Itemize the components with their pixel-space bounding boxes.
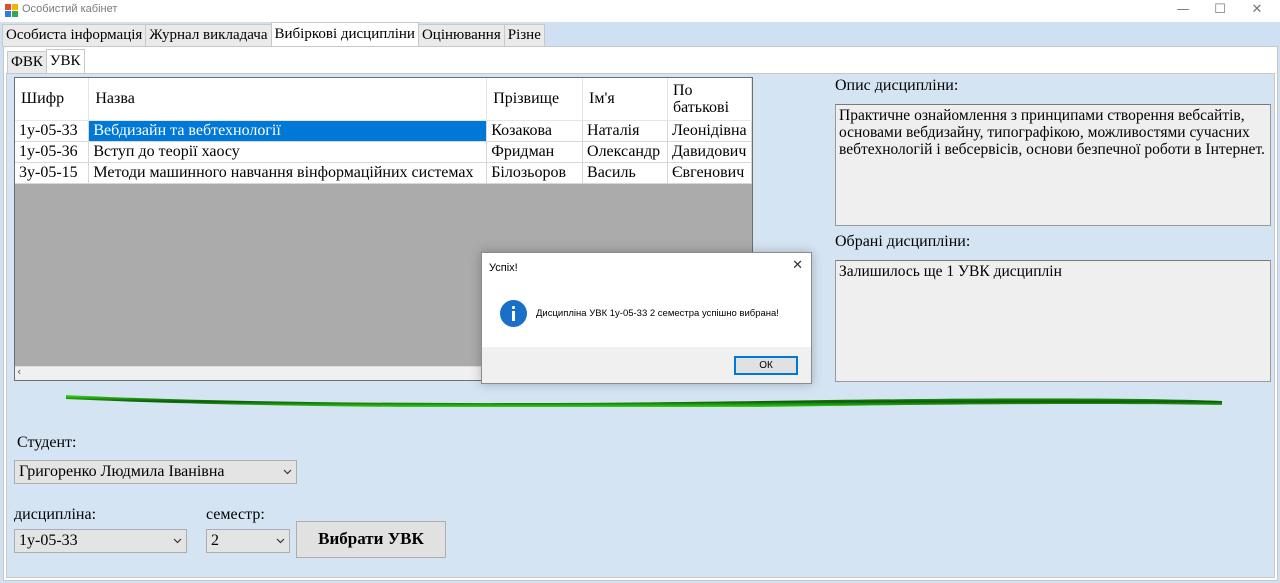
tab-elective-disciplines[interactable]: Вибіркові дисципліни: [270, 22, 419, 46]
selected-textbox[interactable]: Залишилось ще 1 УВК дисциплін: [835, 260, 1271, 382]
cell-code[interactable]: 1у-05-36: [15, 141, 90, 163]
column-header-surname[interactable]: Прізвище: [486, 78, 584, 121]
ok-button[interactable]: ОК: [734, 356, 798, 375]
dialog-close-icon[interactable]: ✕: [792, 258, 803, 273]
tab-teacher-journal[interactable]: Журнал викладача: [145, 24, 272, 46]
close-button[interactable]: ✕: [1234, 0, 1280, 22]
discipline-select-value: 1у-05-33: [19, 532, 78, 549]
cell-first-name[interactable]: Олександр: [582, 141, 668, 163]
cell-surname[interactable]: Білозьоров: [486, 162, 584, 184]
discipline-label: дисципліна:: [14, 506, 97, 523]
semester-select-value: 2: [211, 532, 219, 549]
column-header-name[interactable]: Назва: [88, 78, 488, 121]
cell-patronymic[interactable]: Давидович: [667, 141, 752, 163]
dialog-footer: ОК: [482, 347, 811, 383]
cell-surname[interactable]: Фридман: [486, 141, 584, 163]
success-dialog: Успіх! ✕ Дисципліна УВК 1у-05-33 2 семес…: [481, 252, 812, 384]
student-select[interactable]: Григоренко Людмила Іванівна: [14, 460, 297, 484]
tab-grading[interactable]: Оцінювання: [417, 24, 505, 46]
column-header-code[interactable]: Шифр: [15, 78, 90, 121]
column-header-patronymic[interactable]: По батькові: [667, 78, 752, 121]
cell-surname[interactable]: Козакова: [486, 120, 584, 142]
tab-uvk[interactable]: УВК: [45, 49, 85, 73]
cell-patronymic[interactable]: Євгенович: [667, 162, 752, 184]
student-select-value: Григоренко Людмила Іванівна: [19, 463, 225, 480]
title-bar: Особистий кабінет — ☐ ✕: [0, 0, 1280, 22]
tab-fvk[interactable]: ФВК: [7, 51, 47, 73]
sub-tabs: ФВК УВК: [7, 49, 85, 73]
cell-code[interactable]: 1у-05-33: [15, 120, 90, 142]
table-row[interactable]: 1у-05-36 Вступ до теорії хаосу Фридман О…: [15, 141, 752, 163]
student-label: Студент:: [17, 434, 77, 451]
cell-code[interactable]: 3у-05-15: [15, 162, 90, 184]
tab-personal-info[interactable]: Особиста інформація: [2, 24, 147, 46]
semester-select[interactable]: 2: [206, 529, 290, 553]
dialog-title: Успіх!: [489, 262, 518, 274]
column-header-first-name[interactable]: Ім'я: [582, 78, 668, 121]
window-title: Особистий кабінет: [22, 3, 118, 15]
table-row[interactable]: 1у-05-33 Вебдизайн та вебтехнології Коза…: [15, 120, 752, 142]
description-label: Опис дисципліни:: [835, 77, 959, 94]
cell-first-name[interactable]: Наталія: [582, 120, 668, 142]
select-uvk-button[interactable]: Вибрати УВК: [296, 521, 446, 558]
chevron-down-icon: [276, 538, 285, 544]
tab-misc[interactable]: Різне: [503, 24, 545, 46]
cell-name[interactable]: Методи машинного навчання вінформаційних…: [88, 162, 488, 184]
semester-label: семестр:: [206, 506, 265, 523]
cell-name[interactable]: Вступ до теорії хаосу: [88, 141, 488, 163]
cell-name[interactable]: Вебдизайн та вебтехнології: [88, 120, 488, 142]
discipline-select[interactable]: 1у-05-33: [14, 529, 187, 553]
main-tabs: Особиста інформація Журнал викладача Виб…: [2, 22, 545, 46]
select-uvk-button-label: Вибрати УВК: [318, 529, 424, 548]
cell-first-name[interactable]: Василь: [582, 162, 668, 184]
info-icon: [500, 300, 527, 327]
scroll-left-icon[interactable]: ‹: [17, 365, 21, 378]
selected-label: Обрані дисципліни:: [835, 233, 971, 250]
dialog-message: Дисципліна УВК 1у-05-33 2 семестра успіш…: [536, 308, 779, 319]
chevron-down-icon: [173, 538, 182, 544]
description-textbox[interactable]: Практичне ознайомлення з принципами ство…: [835, 104, 1271, 226]
chevron-down-icon: [283, 469, 292, 475]
green-divider: [66, 395, 1222, 407]
cell-patronymic[interactable]: Леонідівна: [667, 120, 752, 142]
grid-header-row: Шифр Назва Прізвище Ім'я По батькові: [15, 78, 752, 121]
app-icon: [5, 4, 18, 17]
table-row[interactable]: 3у-05-15 Методи машинного навчання вінфо…: [15, 162, 752, 184]
